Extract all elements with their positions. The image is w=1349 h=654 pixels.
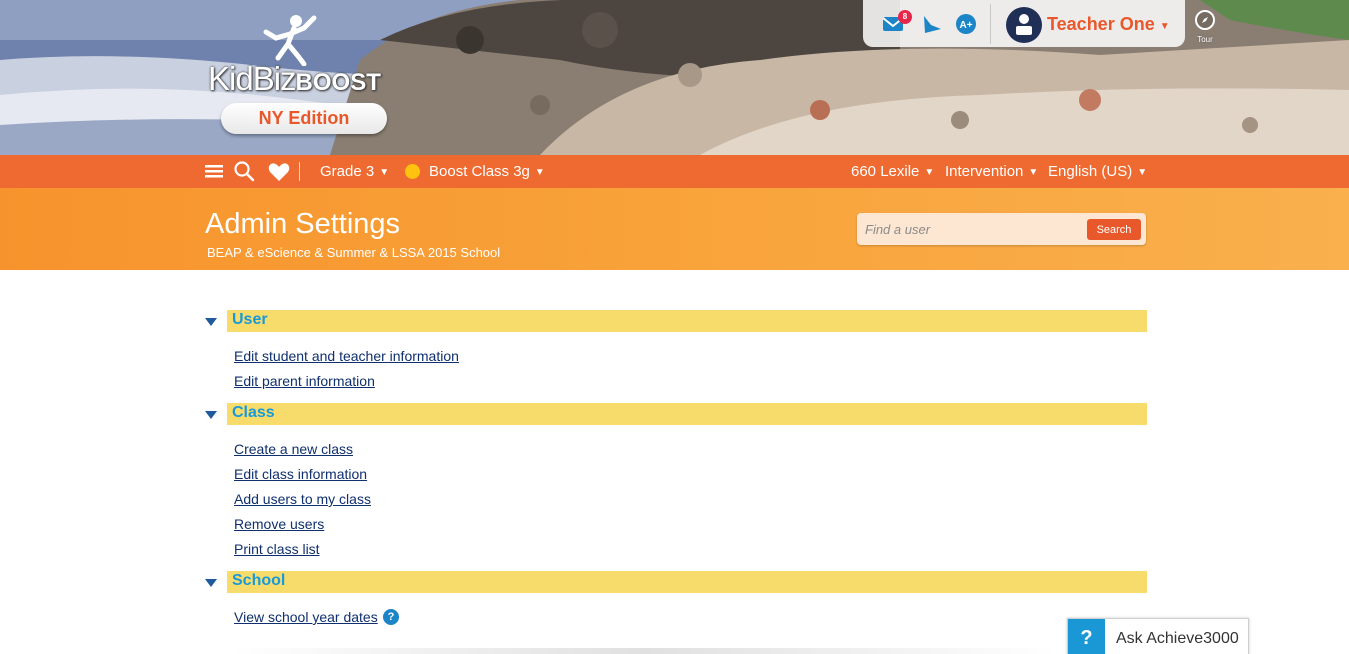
find-user-input[interactable]: [861, 216, 1081, 242]
caret-down-icon: ▼: [379, 167, 390, 178]
class-color-dot: [405, 164, 420, 179]
collapse-arrow-icon[interactable]: [205, 410, 217, 420]
avatar-icon[interactable]: [1006, 7, 1042, 43]
class-selector[interactable]: Boost Class 3g ▼: [429, 155, 545, 188]
caret-down-icon: ▼: [1028, 167, 1039, 178]
link-view-school-year-dates[interactable]: View school year dates: [234, 609, 378, 625]
panel-divider: [990, 4, 991, 44]
edition-badge: NY Edition: [221, 103, 387, 134]
ask-achieve-widget[interactable]: ? Ask Achieve3000: [1067, 618, 1249, 654]
grade-label: Grade 3: [320, 163, 375, 180]
kidbiz-logo[interactable]: KidBizBOOST: [208, 14, 428, 99]
section-header-user[interactable]: User: [227, 310, 1147, 332]
question-icon: ?: [1068, 619, 1105, 654]
collapse-arrow-icon[interactable]: [205, 578, 217, 588]
collapse-arrow-icon[interactable]: [205, 317, 217, 327]
lexile-label: 660 Lexile: [851, 163, 920, 180]
caret-down-icon: ▼: [1159, 21, 1170, 32]
ask-label: Ask Achieve3000: [1116, 630, 1239, 647]
section-header-class[interactable]: Class: [227, 403, 1147, 425]
class-label: Boost Class 3g: [429, 163, 530, 180]
caret-down-icon: ▼: [534, 167, 545, 178]
link-print-class-list[interactable]: Print class list: [234, 541, 320, 557]
link-edit-class[interactable]: Edit class information: [234, 466, 367, 482]
compass-icon: [1195, 10, 1215, 30]
school-name: BEAP & eScience & Summer & LSSA 2015 Sch…: [207, 245, 501, 260]
mail-count-badge: 8: [898, 10, 912, 24]
page-header: Admin Settings BEAP & eScience & Summer …: [0, 188, 1349, 270]
link-remove-users[interactable]: Remove users: [234, 516, 324, 532]
mode-selector[interactable]: Intervention ▼: [945, 155, 1038, 188]
announcement-icon[interactable]: [921, 13, 943, 35]
grades-icon[interactable]: A+: [955, 13, 977, 35]
search-icon[interactable]: [233, 155, 255, 188]
caret-down-icon: ▼: [1137, 167, 1148, 178]
user-search-box: Search: [857, 213, 1146, 245]
section-title: User: [232, 311, 268, 328]
main-navbar: Grade 3 ▼ Boost Class 3g ▼ 660 Lexile ▼ Int…: [0, 155, 1349, 188]
section-header-school[interactable]: School: [227, 571, 1147, 593]
lexile-selector[interactable]: 660 Lexile ▼: [851, 155, 934, 188]
help-icon[interactable]: ?: [383, 609, 399, 625]
link-edit-parent[interactable]: Edit parent information: [234, 373, 375, 389]
svg-text:A+: A+: [959, 20, 972, 31]
grade-selector[interactable]: Grade 3 ▼: [320, 155, 389, 188]
mode-label: Intervention: [945, 163, 1024, 180]
section-title: Class: [232, 404, 275, 421]
user-menu-button[interactable]: Teacher One ▼: [1047, 14, 1170, 35]
user-name: Teacher One: [1047, 14, 1155, 34]
section-title: School: [232, 572, 286, 589]
menu-icon[interactable]: [204, 155, 224, 188]
content-bottom-shadow: [230, 648, 1060, 654]
page-title: Admin Settings: [205, 208, 401, 240]
runner-logo-icon: [263, 15, 317, 66]
caret-down-icon: ▼: [924, 167, 935, 178]
logo-wordmark: KidBizBOOST: [208, 60, 381, 97]
language-selector[interactable]: English (US) ▼: [1048, 155, 1147, 188]
link-add-users[interactable]: Add users to my class: [234, 491, 371, 507]
search-button[interactable]: Search: [1087, 219, 1141, 240]
heart-icon[interactable]: [267, 155, 291, 188]
language-label: English (US): [1048, 163, 1133, 180]
tour-button[interactable]: Tour: [1192, 8, 1218, 44]
link-create-class[interactable]: Create a new class: [234, 441, 353, 457]
tour-label: Tour: [1197, 35, 1213, 44]
link-edit-student-teacher[interactable]: Edit student and teacher information: [234, 348, 459, 364]
nav-divider: [299, 162, 300, 181]
